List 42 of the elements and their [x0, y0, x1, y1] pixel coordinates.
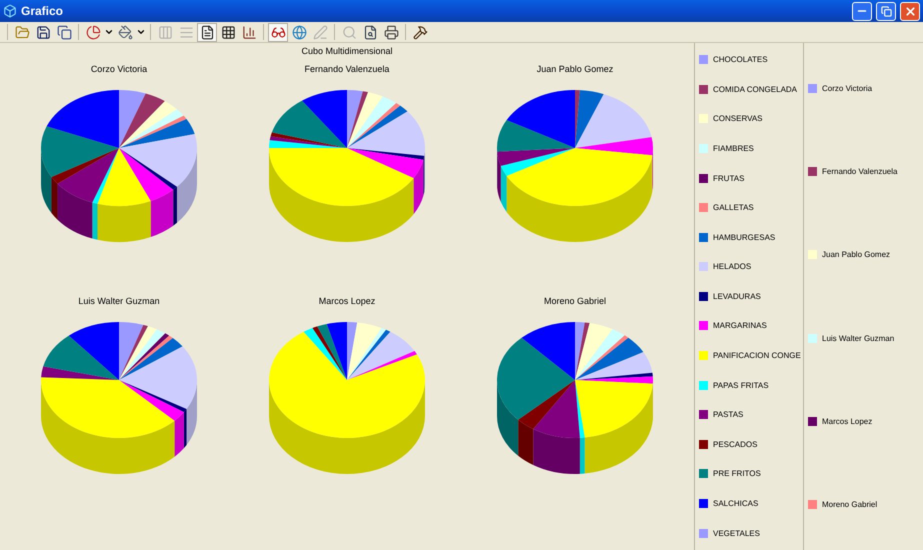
- app-icon: [3, 4, 17, 18]
- restore-icon: [880, 6, 892, 16]
- legend-label: VEGETALES: [713, 528, 760, 538]
- document-button[interactable]: [197, 22, 217, 42]
- legend-label: FRUTAS: [713, 174, 744, 183]
- legend-label: CONSERVAS: [713, 114, 762, 124]
- legend-label: SALCHICAS: [713, 498, 758, 508]
- legend-label: MARGARINAS: [713, 321, 767, 330]
- legend-label: Fernando Valenzuela: [822, 167, 898, 176]
- legend-label: PASTAS: [713, 410, 744, 420]
- legend-label: Moreno Gabriel: [822, 500, 878, 509]
- legend-label: PANIFICACION CONGE: [713, 351, 801, 360]
- caret-icon: [104, 27, 114, 37]
- caret-icon: [136, 27, 146, 37]
- pie-title: Fernando Valenzuela: [304, 64, 390, 74]
- chart-title: Cubo Multidimensional: [301, 46, 393, 56]
- legend-label: Luis Walter Guzman: [822, 334, 894, 343]
- pie-title: Juan Pablo Gomez: [536, 64, 614, 74]
- legend-label: PRE FRITOS: [713, 469, 761, 478]
- minimize-button[interactable]: [852, 2, 872, 20]
- pie-title: Moreno Gabriel: [544, 296, 606, 306]
- restore-button[interactable]: [876, 2, 896, 20]
- close-button[interactable]: [900, 2, 920, 20]
- legend-label: HELADOS: [713, 262, 752, 272]
- pie-title: Marcos Lopez: [318, 296, 376, 306]
- legend-label: Marcos Lopez: [822, 416, 872, 426]
- rows-icon: [178, 24, 194, 40]
- legend-label: CHOCOLATES: [713, 55, 768, 64]
- pie-title: Luis Walter Guzman: [78, 296, 160, 306]
- legend-label: FIAMBRES: [713, 144, 754, 154]
- legend-label: HAMBURGESAS: [713, 232, 776, 242]
- pie-title: Corzo Victoria: [90, 64, 148, 74]
- close-icon: [904, 4, 916, 18]
- legend-label: PESCADOS: [713, 440, 758, 449]
- legend-label: GALLETAS: [713, 203, 754, 212]
- legend-label: Juan Pablo Gomez: [822, 250, 890, 260]
- window-title: Grafico: [21, 4, 64, 18]
- legend-label: Corzo Victoria: [822, 84, 872, 94]
- legend-label: LEVADURAS: [713, 292, 761, 301]
- glasses-button[interactable]: [268, 22, 288, 42]
- legend-label: COMIDA CONGELADA: [713, 84, 798, 94]
- legend-label: PAPAS FRITAS: [713, 380, 769, 390]
